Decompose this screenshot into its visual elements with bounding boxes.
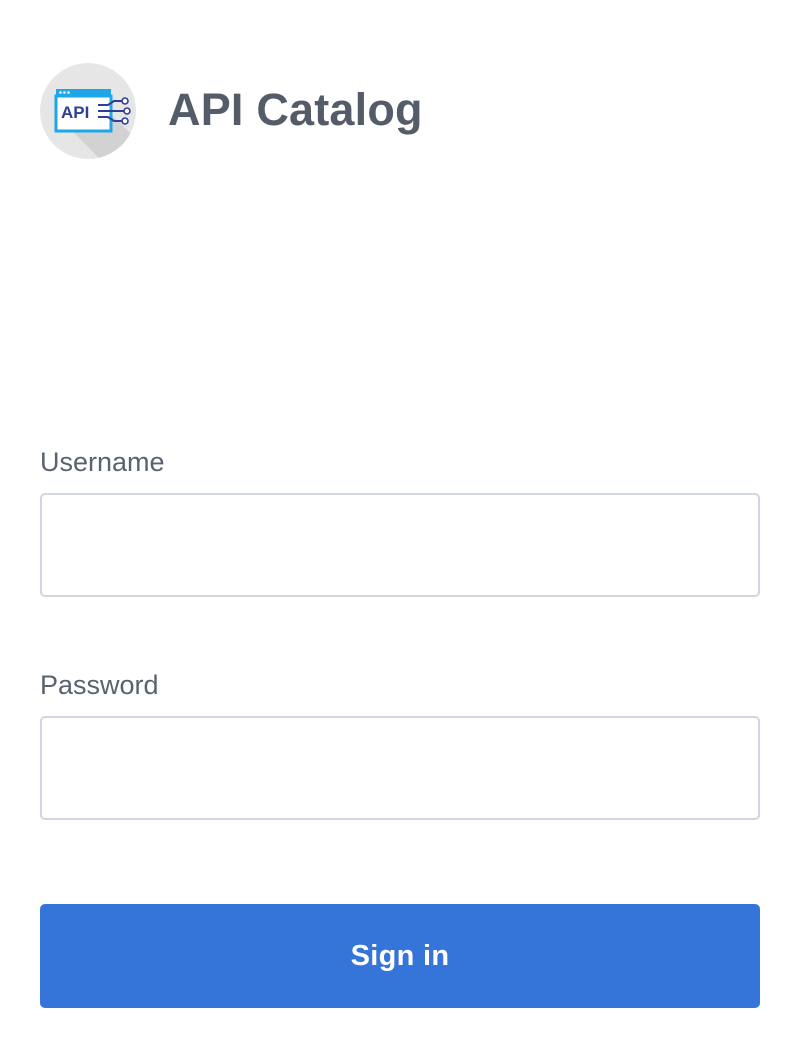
password-input[interactable] (40, 716, 760, 820)
api-catalog-logo-icon: API (40, 63, 136, 159)
username-input[interactable] (40, 493, 760, 597)
logo-text: API (61, 103, 89, 122)
password-label: Password (40, 670, 159, 700)
sign-in-button[interactable]: Sign in (40, 904, 760, 1008)
app-header: API API Catalog (40, 62, 423, 160)
username-label: Username (40, 447, 165, 477)
login-form: Username Password (40, 440, 760, 820)
app-title: API Catalog (168, 84, 423, 135)
password-field-group: Password (40, 663, 760, 820)
username-field-group: Username (40, 440, 760, 597)
